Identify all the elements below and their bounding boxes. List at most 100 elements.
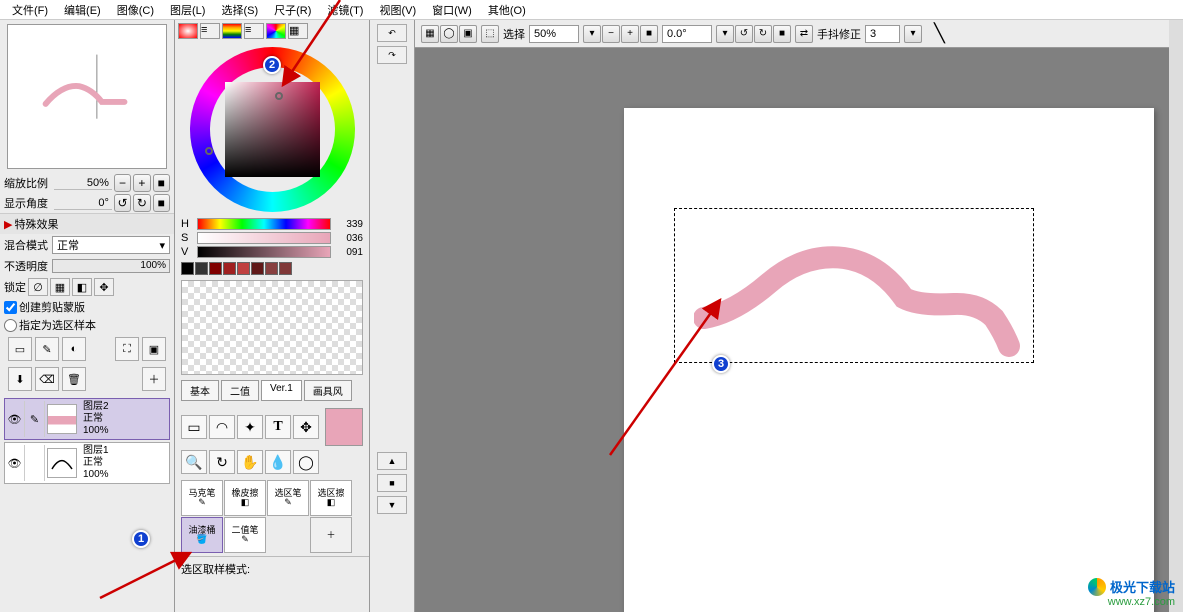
- swatch[interactable]: [279, 262, 292, 275]
- new-layer-button[interactable]: ▭: [8, 337, 32, 361]
- menu-select[interactable]: 选择(S): [213, 0, 266, 20]
- tab-basic[interactable]: 基本: [181, 380, 219, 401]
- tb-btn3[interactable]: ▣: [459, 25, 477, 43]
- lock-alpha-button[interactable]: ◧: [72, 278, 92, 296]
- tb-zoom-in[interactable]: +: [621, 25, 639, 43]
- menu-other[interactable]: 其他(O): [480, 0, 534, 20]
- tb-rot-ccw[interactable]: ↺: [735, 25, 753, 43]
- zoom-value[interactable]: 50%: [54, 177, 112, 190]
- flip-h-button[interactable]: ⇄: [795, 25, 813, 43]
- new-linework-button[interactable]: ✎: [35, 337, 59, 361]
- wand-tool[interactable]: ✦: [237, 415, 263, 439]
- swatch-tab[interactable]: [266, 23, 286, 39]
- tb-angle-dd[interactable]: ▾: [716, 25, 734, 43]
- visibility-icon[interactable]: 👁: [5, 401, 25, 437]
- swatch[interactable]: [181, 262, 194, 275]
- brush-add[interactable]: ＋: [310, 517, 352, 553]
- hue-slider[interactable]: [197, 218, 331, 230]
- mini-down[interactable]: ▼: [377, 496, 407, 514]
- menu-filter[interactable]: 滤镜(T): [319, 0, 371, 20]
- mini-undo[interactable]: ↶: [377, 24, 407, 42]
- swatch[interactable]: [209, 262, 222, 275]
- sel-sample-radio[interactable]: [4, 319, 17, 332]
- edit-icon[interactable]: [25, 445, 45, 481]
- delete-layer-button[interactable]: 🗑: [62, 367, 86, 391]
- layer-add-button[interactable]: ＋: [142, 367, 166, 391]
- rgb-slider-tab[interactable]: ≡: [200, 23, 220, 39]
- gray-tab[interactable]: ≡: [244, 23, 264, 39]
- swatch[interactable]: [265, 262, 278, 275]
- stab-input[interactable]: [865, 25, 900, 43]
- lock-none-button[interactable]: ∅: [28, 278, 48, 296]
- brush-sel-pen[interactable]: 选区笔✎: [267, 480, 309, 516]
- tab-paint[interactable]: 画具风: [304, 380, 352, 401]
- color-wheel[interactable]: [175, 42, 369, 217]
- tab-ver1[interactable]: Ver.1: [261, 380, 302, 401]
- zoom-in-button[interactable]: +: [133, 174, 150, 192]
- tb-zoom-dd[interactable]: ▾: [583, 25, 601, 43]
- val-slider[interactable]: [197, 246, 331, 258]
- hue-cursor[interactable]: [205, 147, 213, 155]
- opacity-slider[interactable]: 100%: [52, 259, 170, 273]
- canvas[interactable]: [624, 108, 1154, 612]
- angle-reset-button[interactable]: ■: [153, 194, 170, 212]
- lasso-tool[interactable]: ◠: [209, 415, 235, 439]
- select-icon[interactable]: ⬚: [481, 25, 499, 43]
- clear-layer-button[interactable]: ⌫: [35, 367, 59, 391]
- zoom-tool[interactable]: 🔍: [181, 450, 207, 474]
- layer-mask-button[interactable]: ◐: [62, 337, 86, 361]
- brush-sel-erase[interactable]: 选区擦◧: [310, 480, 352, 516]
- zoom-input[interactable]: [529, 25, 579, 43]
- brush-binary[interactable]: 二值笔✎: [224, 517, 266, 553]
- sat-slider[interactable]: [197, 232, 331, 244]
- tb-rot-reset[interactable]: ■: [773, 25, 791, 43]
- scratch-tab[interactable]: ▦: [288, 23, 308, 39]
- eyedropper-tool[interactable]: 💧: [265, 450, 291, 474]
- stab-dd[interactable]: ▾: [904, 25, 922, 43]
- zoom-reset-button[interactable]: ■: [153, 174, 170, 192]
- brush-marker[interactable]: 马克笔✎: [181, 480, 223, 516]
- shape-tool[interactable]: ◯: [293, 450, 319, 474]
- lock-pixels-button[interactable]: ▦: [50, 278, 70, 296]
- line-tool-icon[interactable]: ╲: [934, 23, 945, 44]
- menu-edit[interactable]: 编辑(E): [56, 0, 109, 20]
- tb-zoom-out[interactable]: −: [602, 25, 620, 43]
- edit-icon[interactable]: ✎: [25, 401, 45, 437]
- angle-input[interactable]: [662, 25, 712, 43]
- blend-mode-select[interactable]: 正常: [52, 236, 170, 254]
- layer-item-1[interactable]: 👁 图层1 正常 100%: [4, 442, 170, 484]
- brush-bucket[interactable]: 油漆桶🪣: [181, 517, 223, 553]
- swatch[interactable]: [223, 262, 236, 275]
- tb-btn2[interactable]: ◯: [440, 25, 458, 43]
- text-tool[interactable]: T: [265, 415, 291, 439]
- tab-binary[interactable]: 二值: [221, 380, 259, 401]
- rect-select-tool[interactable]: ▭: [181, 415, 207, 439]
- swatch[interactable]: [195, 262, 208, 275]
- menu-window[interactable]: 窗口(W): [424, 0, 480, 20]
- mini-center[interactable]: ■: [377, 474, 407, 492]
- rotate-tool[interactable]: ↻: [209, 450, 235, 474]
- tb-rot-cw[interactable]: ↻: [754, 25, 772, 43]
- layer-group-button[interactable]: ▣: [142, 337, 166, 361]
- tb-btn1[interactable]: ▦: [421, 25, 439, 43]
- hand-tool[interactable]: ✋: [237, 450, 263, 474]
- menu-layer[interactable]: 图层(L): [162, 0, 213, 20]
- brush-eraser[interactable]: 橡皮擦◧: [224, 480, 266, 516]
- transform-button[interactable]: ⛶: [115, 337, 139, 361]
- lock-move-button[interactable]: ✥: [94, 278, 114, 296]
- current-color-chip[interactable]: [325, 408, 363, 446]
- rotate-ccw-button[interactable]: ↺: [114, 194, 131, 212]
- scratchpad[interactable]: [181, 280, 363, 375]
- navigator-preview[interactable]: [7, 24, 167, 169]
- menu-ruler[interactable]: 尺子(R): [266, 0, 319, 20]
- angle-value[interactable]: 0°: [54, 197, 112, 210]
- menu-file[interactable]: 文件(F): [4, 0, 56, 20]
- swatch[interactable]: [237, 262, 250, 275]
- hsv-slider-tab[interactable]: [222, 23, 242, 39]
- tb-zoom-fit[interactable]: ■: [640, 25, 658, 43]
- clip-mask-checkbox[interactable]: [4, 301, 17, 314]
- sv-cursor[interactable]: [275, 92, 283, 100]
- menu-image[interactable]: 图像(C): [109, 0, 162, 20]
- move-tool[interactable]: ✥: [293, 415, 319, 439]
- layer-item-2[interactable]: 👁 ✎ 图层2 正常 100%: [4, 398, 170, 440]
